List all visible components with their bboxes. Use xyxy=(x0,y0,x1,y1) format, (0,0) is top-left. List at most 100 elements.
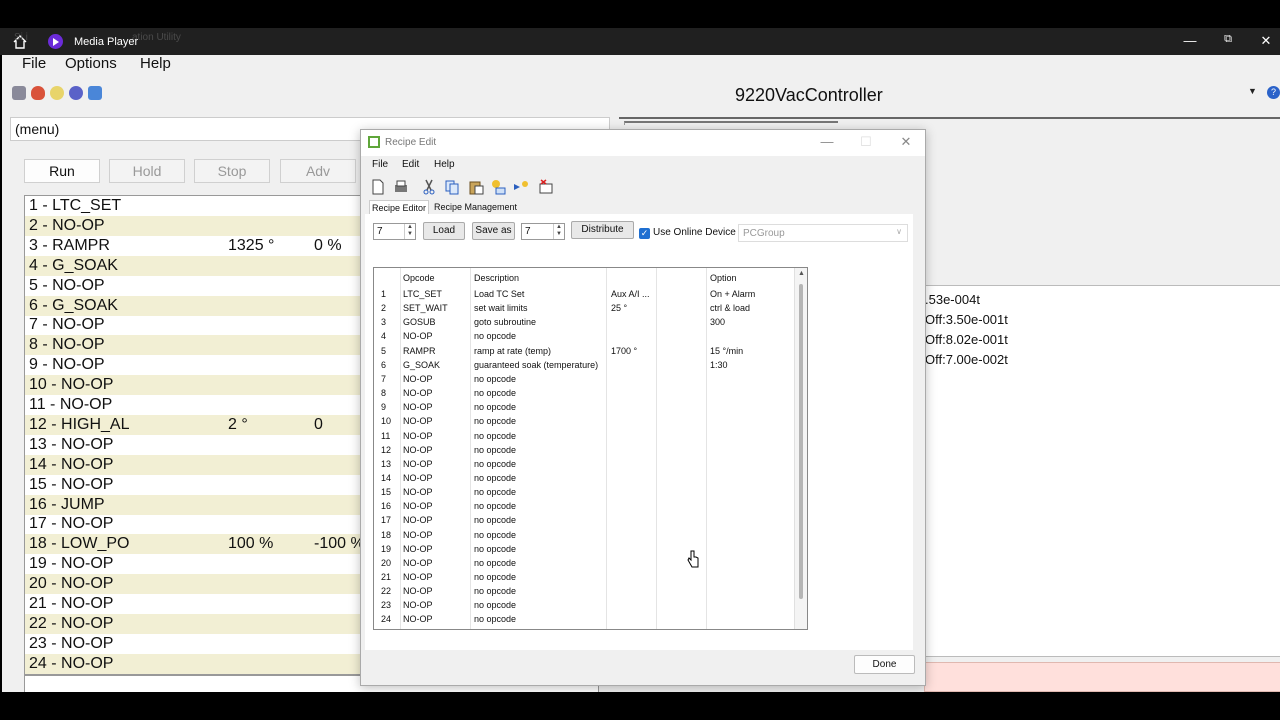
menu-file[interactable]: File xyxy=(22,55,46,72)
save-as-button[interactable]: Save as xyxy=(472,222,515,240)
table-row[interactable]: 11 NO-OP no opcode xyxy=(374,430,794,444)
table-row[interactable]: 1 LTC_SET Load TC Set Aux A/I ... On + Alarm xyxy=(374,288,794,302)
grid-header-option[interactable]: Option xyxy=(710,273,737,283)
step-row[interactable]: 10 - NO-OP xyxy=(25,375,363,396)
bulb-icon[interactable] xyxy=(50,86,64,100)
step-row[interactable]: 23 - NO-OP xyxy=(25,634,363,654)
step-row[interactable]: 3 - RAMPR 1325 ° 0 % xyxy=(25,236,363,256)
adv-button[interactable]: Adv xyxy=(280,159,356,183)
new-file-icon[interactable] xyxy=(370,179,386,195)
step-row[interactable]: 24 - NO-OP xyxy=(25,653,363,674)
dialog-maximize-button[interactable]: ☐ xyxy=(856,134,876,150)
copy-icon[interactable] xyxy=(444,179,460,195)
done-button[interactable]: Done xyxy=(854,655,915,674)
step-row[interactable]: 12 - HIGH_AL 2 ° 0 xyxy=(25,414,363,435)
save-slot-stepper[interactable]: 7 ▲ ▼ xyxy=(521,223,565,240)
step-row[interactable]: 16 - JUMP xyxy=(25,494,363,515)
step-row[interactable]: 19 - NO-OP xyxy=(25,554,363,574)
step-row[interactable]: 7 - NO-OP xyxy=(25,315,363,335)
paste-icon[interactable] xyxy=(468,179,484,195)
table-row[interactable]: 12 NO-OP no opcode xyxy=(374,444,794,458)
table-row[interactable]: 10 NO-OP no opcode xyxy=(374,415,794,429)
table-row[interactable]: 21 NO-OP no opcode xyxy=(374,571,794,585)
dialog-menu-file[interactable]: File xyxy=(372,159,388,170)
table-row[interactable]: 19 NO-OP no opcode xyxy=(374,543,794,557)
table-row[interactable]: 23 NO-OP no opcode xyxy=(374,599,794,613)
step-row[interactable]: 1 - LTC_SET xyxy=(25,196,363,216)
use-online-device-checkbox[interactable]: ✓ xyxy=(639,228,650,239)
recipe-step-list[interactable]: 1 - LTC_SET 2 - NO-OP 3 - RAMPR 1325 ° 0 % 4 … xyxy=(24,195,364,675)
table-row[interactable]: 20 NO-OP no opcode xyxy=(374,557,794,571)
step-row[interactable]: 2 - NO-OP xyxy=(25,215,363,236)
step-row[interactable]: 4 - G_SOAK xyxy=(25,255,363,276)
menu-options[interactable]: Options xyxy=(65,55,117,72)
grid-header-opcode[interactable]: Opcode xyxy=(403,273,435,283)
step-row[interactable]: 8 - NO-OP xyxy=(25,335,363,356)
dialog-menu-edit[interactable]: Edit xyxy=(402,159,419,170)
step-row[interactable]: 11 - NO-OP xyxy=(25,395,363,415)
table-row[interactable]: 5 RAMPR ramp at rate (temp) 1700 ° 15 °/min xyxy=(374,345,794,359)
grid-scrollbar[interactable]: ▲ xyxy=(794,268,807,629)
table-row[interactable]: 7 NO-OP no opcode xyxy=(374,373,794,387)
stop-button[interactable]: Stop xyxy=(194,159,270,183)
table-row[interactable]: 13 NO-OP no opcode xyxy=(374,458,794,472)
dialog-menu-help[interactable]: Help xyxy=(434,159,455,170)
help-icon[interactable]: ? xyxy=(1267,86,1280,99)
table-row[interactable]: 17 NO-OP no opcode xyxy=(374,514,794,528)
hold-button[interactable]: Hold xyxy=(109,159,185,183)
load-slot-stepper[interactable]: 7 ▲ ▼ xyxy=(373,223,416,240)
table-row[interactable]: 3 GOSUB goto subroutine 300 xyxy=(374,316,794,330)
table-row[interactable]: 4 NO-OP no opcode xyxy=(374,330,794,344)
device-selector[interactable]: 9220VacController xyxy=(735,85,883,106)
device-group-select[interactable]: PCGroup ∨ xyxy=(738,224,908,242)
table-row[interactable]: 18 NO-OP no opcode xyxy=(374,529,794,543)
step-row[interactable]: 6 - G_SOAK xyxy=(25,295,363,316)
table-row[interactable]: 9 NO-OP no opcode xyxy=(374,401,794,415)
close-button[interactable]: ✕ xyxy=(1254,33,1278,49)
chevron-down-icon[interactable]: ▼ xyxy=(1248,86,1257,96)
step-row[interactable]: 9 - NO-OP xyxy=(25,355,363,375)
step-row[interactable]: 17 - NO-OP xyxy=(25,514,363,534)
print-icon[interactable] xyxy=(393,179,409,195)
stepper-arrows-icon[interactable]: ▲ ▼ xyxy=(404,224,415,239)
distribute-button[interactable]: Distribute xyxy=(571,221,634,239)
move-row-icon[interactable] xyxy=(513,179,529,195)
scroll-up-icon[interactable]: ▲ xyxy=(798,270,805,277)
table-row[interactable]: 14 NO-OP no opcode xyxy=(374,472,794,486)
grid-scroll-thumb[interactable] xyxy=(799,284,803,599)
run-button[interactable]: Run xyxy=(24,159,100,183)
table-row[interactable]: 2 SET_WAIT set wait limits 25 ° ctrl & load xyxy=(374,302,794,316)
delete-row-icon[interactable] xyxy=(538,179,554,195)
gear-icon[interactable] xyxy=(69,86,83,100)
step-row[interactable]: 21 - NO-OP xyxy=(25,594,363,614)
insert-row-icon[interactable] xyxy=(490,179,506,195)
stepper-arrows-icon[interactable]: ▲ ▼ xyxy=(553,224,564,239)
step-row[interactable]: 5 - NO-OP xyxy=(25,276,363,296)
minimize-button[interactable]: — xyxy=(1178,33,1202,48)
step-row[interactable]: 20 - NO-OP xyxy=(25,574,363,595)
step-row[interactable]: 14 - NO-OP xyxy=(25,454,363,475)
step-row[interactable]: 18 - LOW_PO 100 % -100 % xyxy=(25,534,363,555)
restore-button[interactable]: ⧉ xyxy=(1216,33,1240,46)
table-row[interactable]: 6 G_SOAK guaranteed soak (temperature) 1:30 xyxy=(374,359,794,373)
tab-recipe-editor[interactable]: Recipe Editor xyxy=(369,200,430,215)
recipe-grid[interactable]: Opcode Description Option 1 LTC_SET Load T… xyxy=(373,267,808,630)
table-row[interactable]: 8 NO-OP no opcode xyxy=(374,387,794,401)
tab-recipe-management[interactable]: Recipe Management xyxy=(432,200,519,214)
dialog-titlebar[interactable]: Recipe Edit — ☐ ✕ xyxy=(361,130,925,156)
connect-icon[interactable] xyxy=(12,86,26,100)
step-row[interactable]: 22 - NO-OP xyxy=(25,613,363,634)
table-row[interactable]: 22 NO-OP no opcode xyxy=(374,585,794,599)
table-row[interactable]: 15 NO-OP no opcode xyxy=(374,486,794,500)
table-row[interactable]: 16 NO-OP no opcode xyxy=(374,500,794,514)
dialog-minimize-button[interactable]: — xyxy=(817,134,837,149)
dialog-close-button[interactable]: ✕ xyxy=(896,134,916,150)
load-button[interactable]: Load xyxy=(423,222,465,240)
cut-icon[interactable] xyxy=(421,179,437,195)
menu-help[interactable]: Help xyxy=(140,55,171,72)
grid-header-description[interactable]: Description xyxy=(474,273,519,283)
step-row[interactable]: 15 - NO-OP xyxy=(25,475,363,495)
edit-icon[interactable] xyxy=(88,86,102,100)
table-row[interactable]: 24 NO-OP no opcode xyxy=(374,613,794,627)
step-row[interactable]: 13 - NO-OP xyxy=(25,435,363,455)
